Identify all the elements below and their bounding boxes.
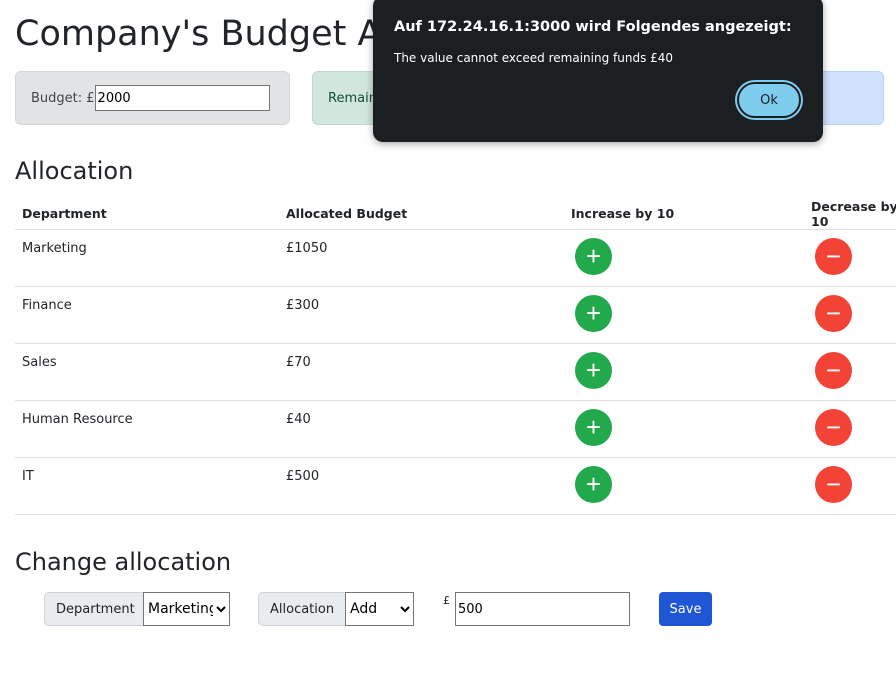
department-label: Department <box>44 592 144 626</box>
minus-icon: − <box>825 469 842 499</box>
ok-button[interactable]: Ok <box>737 82 801 118</box>
allocated-budget-cell: £300 <box>279 286 564 344</box>
header-increase: Increase by 10 <box>564 198 804 230</box>
allocation-type-select[interactable]: Add <box>345 592 414 626</box>
department-cell: Finance <box>15 286 279 344</box>
decrease-button[interactable]: − <box>815 238 852 275</box>
allocated-budget-cell: £40 <box>279 400 564 458</box>
decrease-button[interactable]: − <box>815 352 852 389</box>
allocated-budget-cell: £500 <box>279 457 564 515</box>
allocation-label: Allocation <box>258 592 346 626</box>
department-cell: Sales <box>15 343 279 401</box>
table-row: Sales £70 + − <box>15 343 896 401</box>
department-select[interactable]: Marketing <box>143 592 230 626</box>
minus-icon: − <box>825 355 842 385</box>
allocation-heading: Allocation <box>15 157 134 185</box>
dialog-title: Auf 172.24.16.1:3000 wird Folgendes ange… <box>394 19 792 35</box>
department-cell: IT <box>15 457 279 515</box>
minus-icon: − <box>825 241 842 271</box>
increase-button[interactable]: + <box>575 295 612 332</box>
header-allocated: Allocated Budget <box>279 198 564 230</box>
table-row: Marketing £1050 + − <box>15 229 896 287</box>
allocated-budget-cell: £70 <box>279 343 564 401</box>
change-allocation-heading: Change allocation <box>15 548 232 576</box>
increase-button[interactable]: + <box>575 238 612 275</box>
increase-button[interactable]: + <box>575 409 612 446</box>
header-department: Department <box>15 198 279 230</box>
allocation-table: Department Allocated Budget Increase by … <box>15 198 896 515</box>
increase-button[interactable]: + <box>575 352 612 389</box>
budget-input[interactable] <box>94 85 270 111</box>
budget-label: Budget: £ <box>31 90 95 106</box>
header-decrease: Decrease by 10 <box>804 198 896 230</box>
department-cell: Marketing <box>15 229 279 287</box>
currency-symbol: £ <box>443 594 450 607</box>
allocated-budget-cell: £1050 <box>279 229 564 287</box>
increase-button[interactable]: + <box>575 466 612 503</box>
table-row: Finance £300 + − <box>15 286 896 344</box>
minus-icon: − <box>825 298 842 328</box>
amount-input[interactable] <box>455 592 630 626</box>
decrease-button[interactable]: − <box>815 295 852 332</box>
decrease-button[interactable]: − <box>815 409 852 446</box>
table-row: Human Resource £40 + − <box>15 400 896 458</box>
budget-box: Budget: £ <box>15 71 290 125</box>
plus-icon: + <box>585 298 602 328</box>
minus-icon: − <box>825 412 842 442</box>
table-row: IT £500 + − <box>15 457 896 515</box>
plus-icon: + <box>585 469 602 499</box>
plus-icon: + <box>585 355 602 385</box>
plus-icon: + <box>585 241 602 271</box>
department-cell: Human Resource <box>15 400 279 458</box>
alert-dialog: Auf 172.24.16.1:3000 wird Folgendes ange… <box>373 0 823 142</box>
dialog-message: The value cannot exceed remaining funds … <box>394 51 674 65</box>
plus-icon: + <box>585 412 602 442</box>
decrease-button[interactable]: − <box>815 466 852 503</box>
save-button[interactable]: Save <box>659 592 712 626</box>
